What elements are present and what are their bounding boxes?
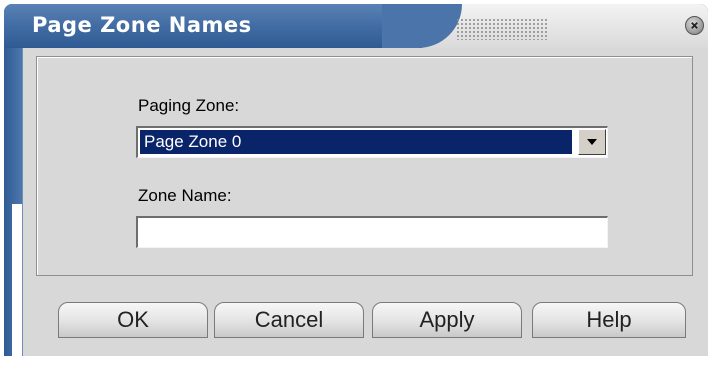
dropdown-button[interactable] [578, 129, 606, 155]
title-bar[interactable]: Page Zone Names [4, 4, 708, 48]
apply-button[interactable]: Apply [372, 302, 522, 338]
close-icon [691, 22, 698, 29]
zone-name-input[interactable] [136, 216, 608, 248]
ok-button[interactable]: OK [58, 302, 208, 338]
paging-zone-dropdown[interactable]: Page Zone 0 [136, 126, 608, 158]
cancel-button[interactable]: Cancel [214, 302, 364, 338]
chevron-down-icon [587, 139, 597, 145]
drag-grip-icon[interactable] [456, 18, 548, 40]
paging-zone-selected-value[interactable]: Page Zone 0 [139, 129, 573, 155]
paging-zone-label: Paging Zone: [138, 96, 240, 115]
close-button[interactable] [685, 16, 704, 35]
help-button[interactable]: Help [532, 302, 686, 338]
window-left-notch [12, 204, 22, 356]
window-title: Page Zone Names [32, 13, 252, 37]
zone-name-label: Zone Name: [138, 186, 232, 205]
